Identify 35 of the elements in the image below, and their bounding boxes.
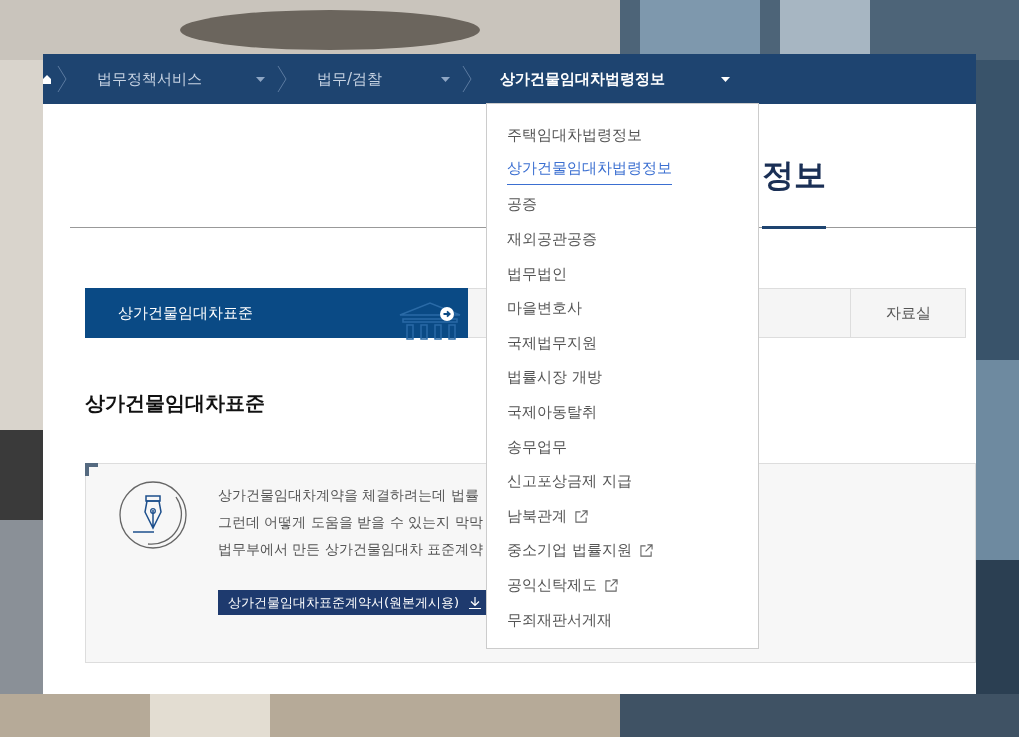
menu-item[interactable]: 공증 [507, 187, 537, 223]
caret-icon [441, 76, 450, 82]
download-icon [469, 596, 482, 609]
description-text: 그런데 어떻게 도움을 받을 수 있는지 막막 [218, 513, 484, 532]
breadcrumb-dropdown[interactable]: 법무정책서비스 [67, 54, 277, 104]
chevron-icon [57, 65, 67, 93]
description-text: 상가건물임대차계약을 체결하려는데 법률 [218, 486, 480, 505]
breadcrumb-dropdown[interactable]: 상가건물임대차법령정보 [472, 54, 742, 104]
menu-item[interactable]: 주택임대차법령정보 [507, 118, 642, 153]
caret-icon [256, 76, 265, 82]
fountain-pen-icon [118, 480, 188, 550]
section-heading: 상가건물임대차표준 [85, 390, 265, 417]
menu-tab[interactable]: 자료실 [851, 288, 966, 338]
menu-item[interactable]: 마을변호사 [507, 291, 582, 326]
menu-item[interactable]: 중소기업 법률지원 [507, 533, 653, 569]
menu-item[interactable]: 남북관계 [507, 498, 588, 534]
corner-mark [85, 463, 98, 476]
caret-icon [721, 76, 730, 82]
menu-item[interactable]: 무죄재판서게재 [507, 602, 612, 638]
menu-tab[interactable]: 상가건물임대차표준 [85, 288, 468, 338]
menu-item[interactable]: 법무법인 [507, 256, 567, 292]
breadcrumb-dropdown[interactable]: 법무/검찰 [287, 54, 462, 104]
chevron-icon [462, 65, 472, 93]
page-title: 정보 [762, 154, 826, 229]
menu-item[interactable]: 송무업무 [507, 429, 567, 465]
menu-item[interactable]: 재외공관공증 [507, 222, 597, 257]
menu-item[interactable]: 공익신탁제도 [507, 568, 618, 603]
arrow-circle-icon [440, 307, 454, 321]
description-text: 법무부에서 만든 상가건물임대차 표준계약 [218, 540, 485, 559]
menu-item[interactable]: 국제아동탈취 [507, 395, 597, 430]
menu-item[interactable]: 법률시장 개방 [507, 360, 602, 396]
chevron-icon [277, 65, 287, 93]
menu-item[interactable]: 국제법무지원 [507, 325, 597, 361]
menu-item[interactable]: 신고포상금제 지급 [507, 464, 632, 499]
menu-item[interactable]: 상가건물임대차법령정보 [507, 152, 672, 185]
